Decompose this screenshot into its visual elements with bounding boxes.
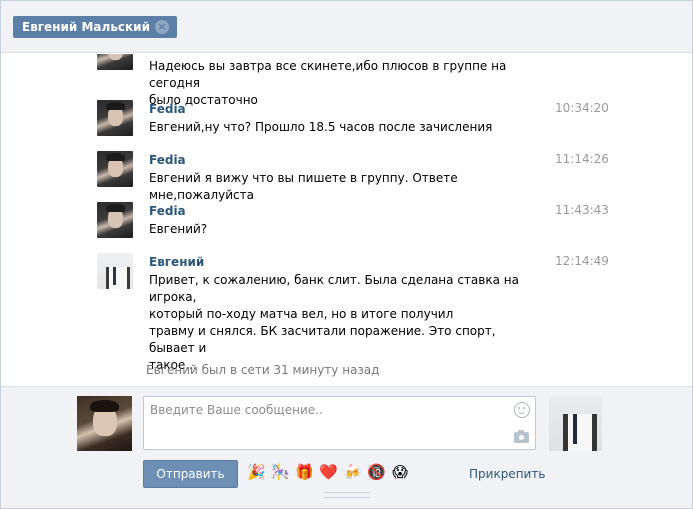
message-line: Евгений,ну что? Прошло 18.5 часов после … [149, 120, 493, 134]
close-icon[interactable]: × [154, 20, 169, 34]
avatar[interactable] [97, 202, 133, 238]
avatar[interactable] [97, 253, 133, 289]
avatar[interactable] [97, 151, 133, 187]
underage-icon[interactable]: 🔞 [367, 463, 386, 481]
message-text: Надеюсь вы завтра все скинете,ибо плюсов… [149, 58, 534, 109]
avatar[interactable] [97, 100, 133, 136]
camera-icon[interactable] [514, 430, 529, 443]
tab-conversation[interactable]: Евгений Мальский × [13, 16, 177, 38]
attach-link[interactable]: Прикрепить [469, 467, 545, 481]
chat-window: Евгений Мальский × Надеюсь вы завтра все… [0, 0, 693, 509]
message-author[interactable]: Fedia [149, 153, 186, 167]
message-time: 12:14:49 [555, 254, 609, 268]
message-placeholder: Введите Ваше сообщение.. [150, 403, 323, 417]
tab-bar: Евгений Мальский × [1, 1, 692, 53]
message-line: травму и снялся. БК засчитали поражение.… [149, 324, 496, 355]
smile-icon[interactable] [514, 402, 530, 418]
message-author[interactable]: Евгений [149, 255, 204, 269]
emoji-bar: 🎉 🎠 🎁 ❤️ 🍻 🔞 😱 [247, 463, 409, 481]
message-line: Привет, к сожалению, банк слит. Была сде… [149, 273, 519, 304]
message-time: 11:43:43 [555, 203, 609, 217]
peer-avatar[interactable] [549, 396, 602, 451]
message-text: Евгений я вижу что вы пишете в группу. О… [149, 170, 534, 204]
message-line: который по-ходу матча вел, но в итоге по… [149, 307, 454, 321]
message-line: Евгений? [149, 222, 208, 236]
message-text: Привет, к сожалению, банк слит. Была сде… [149, 272, 534, 374]
message-time: 11:14:26 [555, 152, 609, 166]
tab-title: Евгений Мальский [22, 20, 150, 34]
avatar[interactable] [97, 54, 133, 70]
message-line: Евгений я вижу что вы пишете в группу. О… [149, 171, 458, 202]
scream-face-icon[interactable]: 😱 [391, 463, 409, 481]
message-text: Евгений? [149, 221, 534, 238]
gift-icon[interactable]: 🎁 [295, 463, 314, 481]
message-history[interactable]: Надеюсь вы завтра все скинете,ибо плюсов… [1, 54, 692, 386]
online-status: Евгений был в сети 31 минуту назад [146, 363, 380, 377]
carousel-icon[interactable]: 🎠 [271, 463, 290, 481]
heart-icon[interactable]: ❤️ [319, 463, 338, 481]
message-author[interactable]: Fedia [149, 102, 186, 116]
send-button[interactable]: Отправить [143, 460, 238, 488]
resize-handle[interactable] [324, 492, 370, 498]
message-line: было достаточно [149, 93, 258, 107]
my-avatar[interactable] [77, 396, 132, 451]
message-line: Надеюсь вы завтра все скинете,ибо плюсов… [149, 59, 507, 90]
message-text: Евгений,ну что? Прошло 18.5 часов после … [149, 119, 534, 136]
message-time: 10:34:20 [555, 101, 609, 115]
beer-icon[interactable]: 🍻 [343, 463, 362, 481]
message-input[interactable]: Введите Ваше сообщение.. [143, 396, 536, 450]
party-popper-icon[interactable]: 🎉 [247, 463, 266, 481]
message-author[interactable]: Fedia [149, 204, 186, 218]
